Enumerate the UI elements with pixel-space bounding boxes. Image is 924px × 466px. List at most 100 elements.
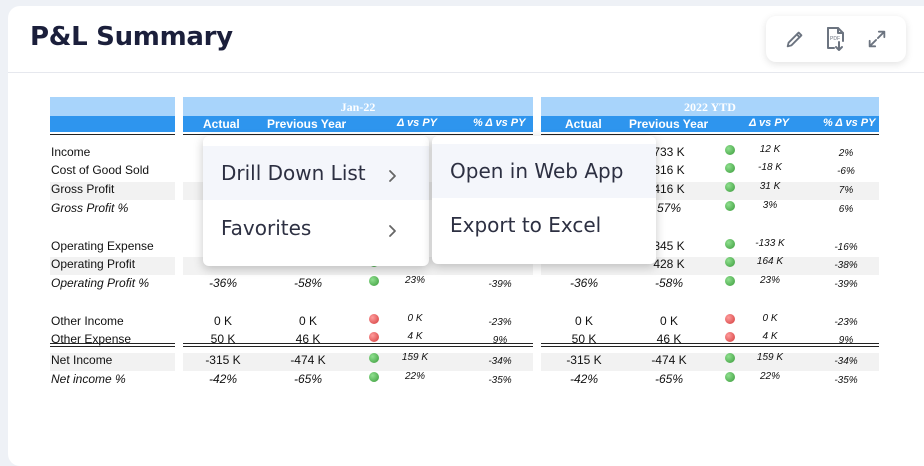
status-dot-red [369,314,379,324]
cell-delta: 31 K [759,181,781,192]
col-actual: Actual [565,117,602,131]
cell-previous-year: -58% [654,276,683,290]
cell-previous-year: -65% [293,372,322,386]
cell-delta: 159 K [401,352,429,363]
row-label-income: Income [50,145,175,163]
cell-delta: 22% [404,371,425,382]
header-rule [541,134,879,135]
cell-pct-delta: -34% [834,356,858,367]
row-label-text: Cost of Good Sold [51,163,150,177]
cell-previous-year: -474 K [290,353,326,367]
row-label-opprofitp: Operating Profit % [50,276,175,294]
cell-delta: 3% [762,200,778,211]
cell-previous-year: -474 K [651,353,687,367]
col-prev-year: Previous Year [267,117,347,131]
header-divider [8,72,924,73]
submenu-item-open-in-web-app[interactable]: Open in Web App [432,144,656,198]
row-label-othexp: Other Expense [50,332,175,350]
cell-actual: -42% [569,372,598,386]
cell-pct-delta: -35% [488,375,512,386]
pdf-label: PDF [830,36,840,42]
status-dot-green [725,239,735,249]
col-prev-year: Previous Year [629,117,709,131]
ytd-title: 2022 YTD [684,100,736,114]
status-dot-green [725,182,735,192]
table-row: -36% -58% 23% -39% [541,275,879,294]
cell-actual: 0 K [574,314,593,328]
header-rule [183,134,533,135]
table-row: -42% -65% 22% -35% [541,371,879,390]
cell-pct-delta: -16% [834,242,858,253]
row-label-opex: Operating Expense [50,239,175,257]
submenu-item-export-to-excel[interactable]: Export to Excel [432,198,656,252]
pencil-icon[interactable] [782,26,808,52]
col-delta: Δ vs PY [749,117,789,129]
cell-delta: -18 K [758,162,782,173]
total-double-rule [50,343,175,347]
cell-pct-delta: 6% [838,204,854,215]
status-dot-green [725,353,735,363]
row-label-opprofit: Operating Profit [50,257,175,275]
label-header-band [50,97,175,116]
cell-pct-delta: -34% [488,356,512,367]
jan-columns: Actual Previous Year Δ vs PY % Δ vs PY [183,116,533,132]
table-row: -315 K -474 K 159 K -34% [541,352,879,371]
cell-actual: -36% [208,276,237,290]
menu-item-drill-down-list[interactable]: Drill Down List [203,146,429,200]
col-actual: Actual [203,117,240,131]
row-label-netp: Net income % [50,372,175,390]
status-dot-green [369,276,379,286]
jan-header: Jan-22 [183,97,533,116]
cell-actual: -315 K [205,353,241,367]
ytd-header: 2022 YTD [541,97,879,116]
menu-item-favorites[interactable]: Favorites [203,201,429,255]
table-row: 0 K 0 K 0 K -23% [541,313,879,332]
status-dot-red [725,332,735,342]
cell-pct-delta: -39% [834,279,858,290]
chevron-right-icon [385,165,401,182]
cell-pct-delta: 2% [838,148,854,159]
row-label-text: Net income % [51,372,126,386]
status-dot-green [725,201,735,211]
cell-pct-delta: -6% [837,166,855,177]
table-row: -315 K -474 K 159 K -34% [183,352,533,371]
chevron-right-icon [385,220,401,237]
submenu-item-label: Open in Web App [450,159,624,183]
table-row: 0 K 0 K 0 K -23% [183,313,533,332]
cell-pct-delta: -23% [834,317,858,328]
cell-pct-delta: -39% [488,279,512,290]
jan-title: Jan-22 [340,100,376,114]
expand-icon[interactable] [864,26,890,52]
cell-delta: 0 K [407,313,423,324]
cell-actual: -315 K [566,353,602,367]
status-dot-red [725,314,735,324]
cell-delta: 4 K [762,331,778,342]
row-label-grossp: Gross Profit % [50,201,175,219]
status-dot-red [369,332,379,342]
page-title: P&L Summary [30,22,233,52]
table-row: 50 K 46 K4 K 9% [183,331,533,350]
cell-delta: 4 K [407,331,423,342]
row-label-text: Other Income [51,314,124,328]
submenu-item-label: Export to Excel [450,213,602,237]
cell-actual: 0 K [213,314,232,328]
row-label-cogs: Cost of Good Sold [50,163,175,181]
cell-previous-year: 0 K [298,314,317,328]
cell-previous-year: -58% [293,276,322,290]
status-dot-green [725,163,735,173]
row-label-text: Net Income [51,353,113,367]
cell-delta: 23% [404,275,425,286]
context-menu: Drill Down List Favorites [203,136,429,266]
cell-previous-year: -65% [654,372,683,386]
cell-actual: -36% [569,276,598,290]
status-dot-green [369,372,379,382]
col-pct-delta: % Δ vs PY [473,117,526,129]
pdf-export-icon[interactable]: PDF [822,26,848,52]
row-label-net: Net Income [50,353,175,371]
cell-pct-delta: 7% [838,185,854,196]
col-delta: Δ vs PY [397,117,437,129]
status-dot-green [725,257,735,267]
cell-pct-delta: -23% [488,317,512,328]
row-label-othinc: Other Income [50,314,175,332]
cell-delta: 0 K [762,313,778,324]
